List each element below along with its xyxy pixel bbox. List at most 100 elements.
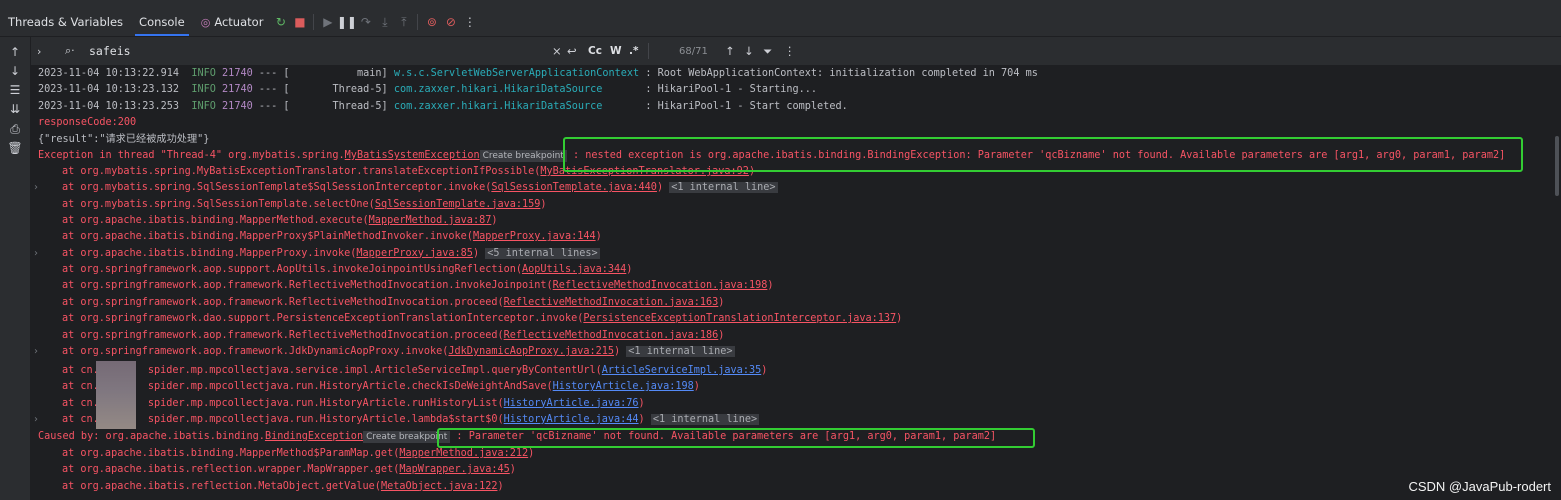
source-file-link[interactable]: ReflectiveMethodInvocation.java:198 <box>553 280 768 291</box>
create-breakpoint-button[interactable]: Create breakpoint <box>479 150 567 162</box>
view-breakpoints-icon[interactable]: ⊚ <box>422 8 441 36</box>
source-file-link[interactable]: HistoryArticle.java:76 <box>504 398 639 409</box>
source-file-link[interactable]: SqlSessionTemplate.java:440 <box>491 182 657 193</box>
internal-lines-fold[interactable]: <1 internal line> <box>626 345 735 357</box>
print-icon[interactable]: ⎙ <box>0 120 30 138</box>
exception-class-link[interactable]: MyBatisSystemException <box>345 150 480 161</box>
source-file-link[interactable]: AopUtils.java:344 <box>522 264 626 275</box>
internal-lines-fold[interactable]: <1 internal line> <box>669 182 778 194</box>
log-line: 2023-11-04 10:13:23.132 INFO 21740 --- [… <box>38 84 818 95</box>
source-file-link[interactable]: PersistenceExceptionTranslationIntercept… <box>583 313 896 324</box>
stack-frame-line: at cn. spider.mp.mpcollectjava.run.Histo… <box>62 397 645 409</box>
log-line: 2023-11-04 10:13:22.914 INFO 21740 --- [… <box>38 68 1038 79</box>
toolbar-divider <box>417 14 419 30</box>
source-file-link[interactable]: ReflectiveMethodInvocation.java:163 <box>504 297 719 308</box>
vertical-scrollbar-thumb[interactable] <box>1555 136 1559 196</box>
tab-threads-variables[interactable]: Threads & Variables <box>0 8 131 36</box>
stack-frame-line: at org.mybatis.spring.SqlSessionTemplate… <box>62 182 778 194</box>
tab-console[interactable]: Console <box>131 8 193 36</box>
more-options-icon[interactable]: ⋮ <box>784 37 796 65</box>
stack-frame-line: at org.apache.ibatis.reflection.wrapper.… <box>62 464 516 476</box>
debug-toolbar: Threads & Variables Console ◎ Actuator ↻… <box>0 8 1561 37</box>
mute-breakpoints-icon[interactable]: ⊘ <box>441 8 460 36</box>
expand-frames-icon[interactable]: › <box>31 246 41 262</box>
stack-frame-line: at cn. spider.mp.mpcollectjava.service.i… <box>62 365 768 376</box>
tab-label: Console <box>139 15 185 29</box>
expand-frames-icon[interactable]: › <box>31 180 41 196</box>
result-json-line: {"result":"请求已经被成功处理"} <box>38 134 210 145</box>
up-arrow-icon[interactable]: ↑ <box>0 43 30 61</box>
stop-icon[interactable]: ■ <box>290 8 309 36</box>
next-match-icon[interactable]: ↓ <box>744 37 754 65</box>
stack-frame-line: at cn. spider.mp.mpcollectjava.run.Histo… <box>62 414 760 426</box>
resume-icon[interactable]: ▶ <box>318 8 337 36</box>
stack-frame-line: at org.springframework.aop.framework.Ref… <box>62 329 725 341</box>
source-file-link[interactable]: JdkDynamicAopProxy.java:215 <box>448 346 614 357</box>
more-vertical-icon[interactable]: ⋮ <box>460 8 479 36</box>
caused-by-class-link[interactable]: BindingException <box>265 431 363 442</box>
stack-frame-line: at org.mybatis.spring.SqlSessionTemplate… <box>62 198 547 210</box>
source-file-link[interactable]: SqlSessionTemplate.java:159 <box>375 199 541 210</box>
stack-frame-line: at cn. spider.mp.mpcollectjava.run.Histo… <box>62 381 700 393</box>
internal-lines-fold[interactable]: <1 internal line> <box>650 414 760 426</box>
highlight-box <box>437 428 1035 448</box>
watermark: CSDN @JavaPub-rodert <box>1408 479 1551 494</box>
source-file-link[interactable]: MapperProxy.java:85 <box>356 248 473 259</box>
search-input[interactable]: safeis <box>89 37 131 65</box>
trash-icon[interactable]: 🗑 <box>0 139 30 157</box>
stack-frame-line: at org.springframework.dao.support.Persi… <box>62 313 903 325</box>
blur-mask <box>96 361 136 429</box>
tab-label: Actuator <box>214 15 264 29</box>
tab-actuator[interactable]: ◎ Actuator <box>193 8 272 36</box>
window-top-strip <box>0 0 1561 8</box>
source-file-link[interactable]: MetaObject.java:122 <box>381 481 498 492</box>
step-into-icon[interactable]: ⤓ <box>375 8 394 36</box>
stack-frame-line: at org.apache.ibatis.binding.MapperProxy… <box>62 247 600 259</box>
highlight-box <box>563 137 1523 172</box>
stack-frame-line: at org.springframework.aop.framework.Ref… <box>62 296 725 308</box>
expand-frames-icon[interactable]: › <box>31 412 41 428</box>
stack-frame-line: at org.apache.ibatis.binding.MapperMetho… <box>62 448 535 459</box>
search-divider <box>648 43 649 59</box>
previous-match-icon[interactable]: ↑ <box>725 37 735 65</box>
soft-wrap-icon[interactable]: ☰ <box>0 81 30 99</box>
rerun-icon[interactable]: ↻ <box>271 8 290 36</box>
filter-icon[interactable]: ⏷ <box>763 37 772 65</box>
scroll-to-end-icon[interactable]: ⇊ <box>0 100 30 118</box>
source-file-link[interactable]: MapperProxy.java:144 <box>473 231 596 242</box>
clear-search-icon[interactable]: × <box>552 37 562 65</box>
pause-icon[interactable]: ❚❚ <box>337 8 357 36</box>
stack-frame-line: at org.springframework.aop.framework.Jdk… <box>62 345 735 357</box>
log-line: 2023-11-04 10:13:23.253 INFO 21740 --- [… <box>38 101 848 112</box>
source-file-link[interactable]: MapWrapper.java:45 <box>399 464 509 475</box>
source-file-link[interactable]: ReflectiveMethodInvocation.java:186 <box>504 330 719 341</box>
stack-frame-line: at org.apache.ibatis.reflection.MetaObje… <box>62 480 504 492</box>
regex-toggle[interactable]: .* <box>629 37 638 65</box>
stack-frame-line: at org.apache.ibatis.binding.MapperProxy… <box>62 231 602 243</box>
source-file-link[interactable]: MapperMethod.java:87 <box>369 215 492 226</box>
down-arrow-icon[interactable]: ↓ <box>0 62 30 80</box>
tab-label: Threads & Variables <box>8 15 124 29</box>
stack-frame-line: at org.springframework.aop.support.AopUt… <box>62 264 633 276</box>
toolbar-divider <box>313 14 315 30</box>
match-case-toggle[interactable]: Cc <box>588 37 602 65</box>
stack-frame-line: at org.apache.ibatis.binding.MapperMetho… <box>62 215 498 227</box>
step-out-icon[interactable]: ⤒ <box>394 8 413 36</box>
internal-lines-fold[interactable]: <5 internal lines> <box>485 247 600 259</box>
console-search-bar: › ⌕· safeis × ↩ Cc W .* 68/71 ↑ ↓ ⏷ ⋮ <box>31 37 1561 66</box>
actuator-icon: ◎ <box>200 15 211 29</box>
stack-frame-line: at org.springframework.aop.framework.Ref… <box>62 280 774 292</box>
match-count: 68/71 <box>679 45 708 57</box>
source-file-link[interactable]: MapperMethod.java:212 <box>399 448 528 459</box>
source-file-link[interactable]: ArticleServiceImpl.java:35 <box>602 365 761 376</box>
expand-frames-icon[interactable]: › <box>31 344 41 360</box>
step-over-icon[interactable]: ↷ <box>356 8 375 36</box>
source-file-link[interactable]: HistoryArticle.java:44 <box>504 414 639 425</box>
words-toggle[interactable]: W <box>610 37 622 65</box>
history-icon[interactable]: ↩ <box>567 37 577 65</box>
response-code-line: responseCode:200 <box>38 117 137 128</box>
search-icon[interactable]: ⌕· <box>65 37 75 65</box>
source-file-link[interactable]: HistoryArticle.java:198 <box>553 381 694 392</box>
console-side-toolbar: ↑ ↓ ☰ ⇊ ⎙ 🗑 <box>0 37 31 500</box>
expand-replace-icon[interactable]: › <box>37 37 41 65</box>
